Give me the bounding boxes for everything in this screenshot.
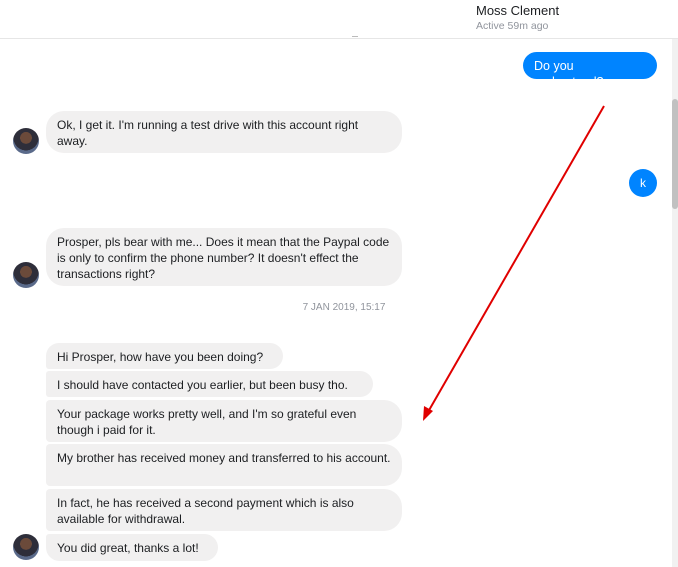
red-arrow-icon: [423, 105, 605, 421]
scrollbar-thumb[interactable]: [672, 99, 678, 209]
scrollbar[interactable]: [672, 39, 678, 567]
